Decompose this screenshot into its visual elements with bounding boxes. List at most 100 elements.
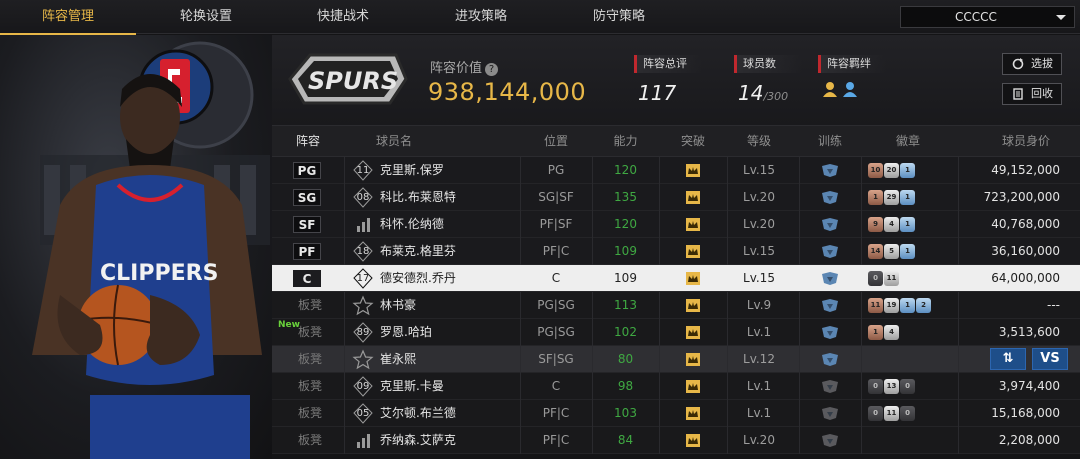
player-name[interactable]: 德安德烈.乔丹	[380, 265, 456, 292]
badge-count: 13	[884, 379, 899, 394]
training-icon[interactable]	[820, 325, 840, 340]
crown-breakthrough-icon[interactable]	[685, 433, 701, 448]
player-name[interactable]: 布莱克.格里芬	[380, 238, 456, 265]
tab-offense-strategy[interactable]: 进攻策略	[410, 0, 552, 34]
crown-breakthrough-icon[interactable]	[685, 190, 701, 205]
crown-breakthrough-icon[interactable]	[685, 352, 701, 367]
training-icon[interactable]	[820, 406, 840, 421]
player-value: 36,160,000	[991, 244, 1060, 258]
table-row[interactable]: 板凳 林书豪 PG|SG 113 Lv.9 11 19 1 2 ---	[272, 292, 1080, 319]
table-header: 阵容 球员名 位置 能力 突破 等级 训练 徽章 球员身价	[272, 126, 1080, 157]
badge-count: 1	[868, 190, 883, 205]
jersey-number: 18	[356, 246, 370, 257]
jersey-number: 89	[356, 327, 370, 338]
player-badges[interactable]: 941	[868, 217, 916, 232]
col-badges: 徽章	[895, 134, 920, 148]
player-badges[interactable]: 10 20 1	[868, 163, 916, 178]
column-divider	[958, 211, 959, 238]
select-players-button[interactable]: 选拔	[1002, 53, 1062, 75]
tab-defense-strategy[interactable]: 防守策略	[552, 0, 686, 34]
training-icon[interactable]	[820, 433, 840, 448]
player-name[interactable]: 艾尔顿.布兰德	[380, 400, 456, 427]
bench-label: 板凳	[297, 352, 322, 366]
player-level: Lv.1	[746, 325, 772, 339]
column-divider	[344, 427, 345, 454]
player-name[interactable]: 克里斯.卡曼	[380, 373, 444, 400]
training-icon[interactable]	[820, 244, 840, 259]
column-divider	[799, 292, 800, 319]
swap-button[interactable]: ⇅	[990, 348, 1026, 370]
player-name[interactable]: 科比.布莱恩特	[380, 184, 456, 211]
tab-quick-tactics[interactable]: 快捷战术	[276, 0, 410, 34]
badge-count: 9	[868, 217, 883, 232]
table-row[interactable]: New 板凳 89 罗恩.哈珀 PG|SG 102 Lv.1 1 4 3,513,600	[272, 319, 1080, 346]
column-divider	[861, 400, 862, 427]
player-count-max: /300	[763, 90, 789, 103]
table-row[interactable]: SF 科怀.伦纳德 PF|SF 120 Lv.20 9 4 1 40,768,000	[272, 211, 1080, 238]
badge-count: 0	[900, 406, 915, 421]
player-name[interactable]: 科怀.伦纳德	[380, 211, 444, 238]
crown-breakthrough-icon[interactable]	[685, 379, 701, 394]
player-badges[interactable]: 0 11	[868, 271, 900, 286]
column-divider	[344, 238, 345, 265]
badge-count: 20	[884, 163, 899, 178]
training-icon[interactable]	[820, 298, 840, 313]
table-row[interactable]: PF 18 布莱克.格里芬 PF|C 109 Lv.15 14 5 1 36,160,000	[272, 238, 1080, 265]
training-icon[interactable]	[820, 163, 840, 178]
player-badges[interactable]: 1 29 1	[868, 190, 916, 205]
vs-compare-button[interactable]: VS	[1032, 348, 1068, 370]
roster-table: 阵容 球员名 位置 能力 突破 等级 训练 徽章 球员身价 PG 11 克里斯.保罗…	[272, 126, 1080, 459]
column-divider	[799, 211, 800, 238]
column-divider	[799, 157, 800, 184]
crown-breakthrough-icon[interactable]	[685, 163, 701, 178]
tab-rotation-settings[interactable]: 轮换设置	[136, 0, 276, 34]
column-divider	[344, 319, 345, 346]
lineup-rating-stat: 阵容总评 117	[634, 55, 702, 105]
crown-breakthrough-icon[interactable]	[685, 298, 701, 313]
badge-count: 4	[884, 325, 899, 340]
team-select-dropdown[interactable]: CCCCC	[900, 6, 1075, 28]
player-badges[interactable]: 11 19 1 2	[868, 298, 932, 313]
recycle-icon	[1013, 88, 1023, 100]
player-position: C	[551, 379, 561, 393]
training-icon[interactable]	[820, 217, 840, 232]
player-count-stat: 球员数 14/300	[734, 55, 802, 105]
training-icon[interactable]	[820, 190, 840, 205]
svg-text:SPURS: SPURS	[308, 67, 398, 95]
table-row[interactable]: 板凳 05 艾尔顿.布兰德 PF|C 103 Lv.1 0 11 0 15,168,000	[272, 400, 1080, 427]
chemistry-people-icon[interactable]	[822, 81, 862, 99]
spurs-logo-icon: SPURS	[286, 47, 410, 115]
crown-breakthrough-icon[interactable]	[685, 406, 701, 421]
crown-breakthrough-icon[interactable]	[685, 244, 701, 259]
player-badges[interactable]: 14 5 1	[868, 244, 916, 259]
table-row[interactable]: PG 11 克里斯.保罗 PG 120 Lv.15 10 20 1 49,152,000	[272, 157, 1080, 184]
player-name[interactable]: 罗恩.哈珀	[380, 319, 432, 346]
roster-rows: PG 11 克里斯.保罗 PG 120 Lv.15 10 20 1 49,152,000 SG 08 科…	[272, 157, 1080, 454]
player-portrait: CLIPPERS	[0, 35, 272, 459]
player-level: Lv.20	[743, 217, 775, 231]
training-icon[interactable]	[820, 271, 840, 286]
table-row[interactable]: C 17 德安德烈.乔丹 C 109 Lv.15 0 11 64,000,000	[272, 265, 1080, 292]
table-row[interactable]: 板凳 崔永熙 SF|SG 80 Lv.12 ⇅ VS	[272, 346, 1080, 373]
player-badges[interactable]: 0 13 0	[868, 379, 916, 394]
table-row[interactable]: 板凳 乔纳森.艾萨克 PF|C 84 Lv.20 2,208,000	[272, 427, 1080, 454]
recycle-button[interactable]: 回收	[1002, 83, 1062, 105]
lineup-value: 938,144,000	[428, 78, 587, 106]
help-icon[interactable]: ?	[485, 63, 499, 76]
tab-lineup-management[interactable]: 阵容管理	[0, 0, 136, 35]
player-badges[interactable]: 0 11 0	[868, 406, 916, 421]
player-name[interactable]: 崔永熙	[380, 346, 416, 373]
table-row[interactable]: 板凳 09 克里斯.卡曼 C 98 Lv.1 0 13 0 3,974,400	[272, 373, 1080, 400]
star-rank-icon	[352, 295, 374, 316]
crown-breakthrough-icon[interactable]	[685, 271, 701, 286]
crown-breakthrough-icon[interactable]	[685, 325, 701, 340]
player-name[interactable]: 克里斯.保罗	[380, 157, 444, 184]
crown-breakthrough-icon[interactable]	[685, 217, 701, 232]
player-name[interactable]: 林书豪	[380, 292, 416, 319]
player-name[interactable]: 乔纳森.艾萨克	[380, 427, 456, 454]
training-icon[interactable]	[820, 379, 840, 394]
player-position: C	[551, 271, 561, 285]
table-row[interactable]: SG 08 科比.布莱恩特 SG|SF 135 Lv.20 1 29 1 723,200,000	[272, 184, 1080, 211]
player-badges[interactable]: 14	[868, 325, 900, 340]
training-icon[interactable]	[820, 352, 840, 367]
